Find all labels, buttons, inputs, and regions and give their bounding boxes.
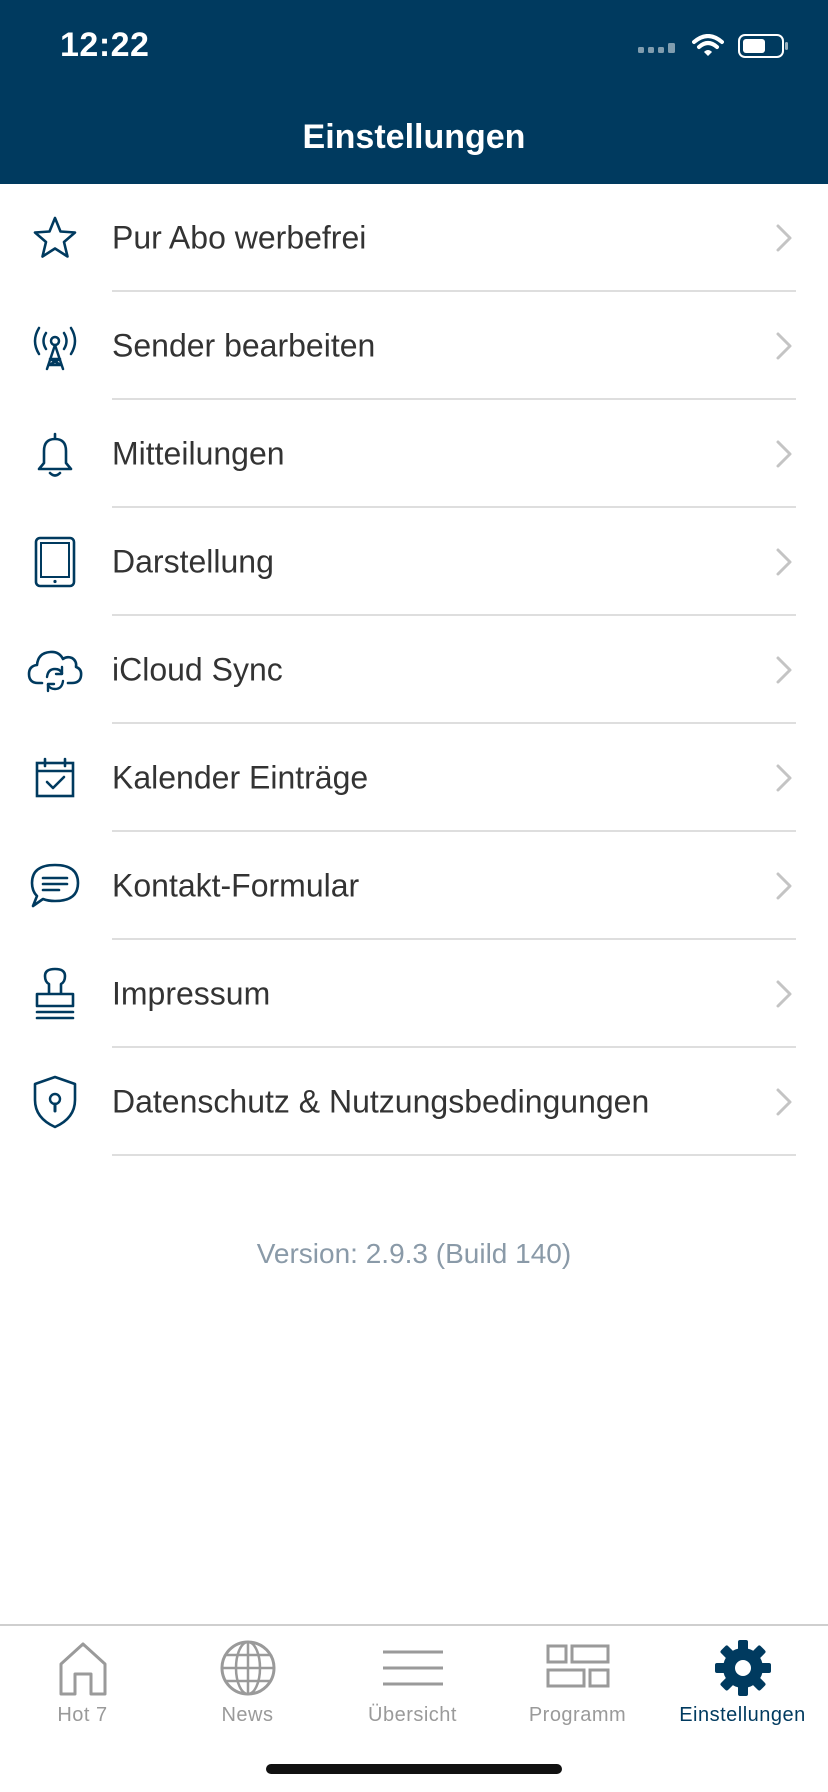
chevron-right-icon [776,224,792,252]
settings-row-label: Datenschutz & Nutzungsbedingungen [112,1083,650,1120]
tab-einstellungen[interactable]: Einstellungen [660,1636,825,1736]
tab-label: Einstellungen [679,1704,806,1726]
chevron-right-icon [776,1088,792,1116]
battery-icon [738,34,788,58]
chevron-right-icon [776,872,792,900]
settings-row-sender[interactable]: Sender bearbeiten [0,292,828,400]
wifi-icon [692,34,724,56]
chevron-right-icon [776,980,792,1008]
settings-row-label: Impressum [112,975,271,1012]
status-time: 12:22 [60,26,150,64]
tab-programm[interactable]: Programm [495,1636,660,1736]
chevron-right-icon [776,548,792,576]
page-title: Einstellungen [302,118,526,156]
settings-row-label: iCloud Sync [112,651,283,688]
settings-row-icloud-sync[interactable]: iCloud Sync [0,616,828,724]
chevron-right-icon [776,332,792,360]
bell-icon [26,425,84,483]
calendar-check-icon [26,749,84,807]
list-icon [382,1650,443,1686]
tab-label: Programm [528,1704,627,1726]
tab-label: Hot 7 [57,1704,108,1726]
chevron-right-icon [776,656,792,684]
tab-label: News [221,1704,274,1726]
settings-row-impressum[interactable]: Impressum [0,940,828,1048]
settings-row-label: Pur Abo werbefrei [112,219,367,256]
settings-row-darstellung[interactable]: Darstellung [0,508,828,616]
stamp-icon [26,965,84,1023]
cloud-sync-icon [26,641,84,699]
settings-row-mitteilungen[interactable]: Mitteilungen [0,400,828,508]
tab-uebersicht[interactable]: Übersicht [330,1636,495,1736]
home-indicator [266,1764,562,1774]
chevron-right-icon [776,764,792,792]
cellular-signal-icon [638,43,675,53]
grid-icon [546,1644,609,1688]
settings-row-datenschutz[interactable]: Datenschutz & Nutzungsbedingungen [0,1048,828,1156]
tablet-icon [26,533,84,591]
tab-news[interactable]: News [165,1636,330,1736]
settings-row-kalender[interactable]: Kalender Einträge [0,724,828,832]
chevron-right-icon [776,440,792,468]
status-icons [638,34,790,58]
settings-row-label: Darstellung [112,543,274,580]
star-icon [26,209,84,267]
row-separator [112,1154,796,1156]
settings-list: Pur Abo werbefrei Sender bearbeiten Mitt… [0,184,828,1156]
settings-row-kontakt[interactable]: Kontakt-Formular [0,832,828,940]
settings-row-label: Kalender Einträge [112,759,369,796]
globe-icon [220,1640,275,1696]
navigation-header: 12:22 Einstellungen [0,0,828,184]
tab-hot-7[interactable]: Hot 7 [0,1636,165,1736]
tab-label: Übersicht [368,1704,457,1726]
antenna-icon [26,317,84,375]
home-icon [59,1642,106,1696]
version-label: Version: 2.9.3 (Build 140) [256,1238,572,1269]
gear-icon [714,1640,771,1696]
settings-screen: 12:22 Einstellungen Pur Abo werbefrei Se… [0,0,828,1792]
settings-row-label: Kontakt-Formular [112,867,360,904]
chat-bubble-icon [26,857,84,915]
shield-lock-icon [26,1073,84,1131]
settings-row-pur-abo[interactable]: Pur Abo werbefrei [0,184,828,292]
settings-row-label: Sender bearbeiten [112,327,376,364]
settings-row-label: Mitteilungen [112,435,285,472]
